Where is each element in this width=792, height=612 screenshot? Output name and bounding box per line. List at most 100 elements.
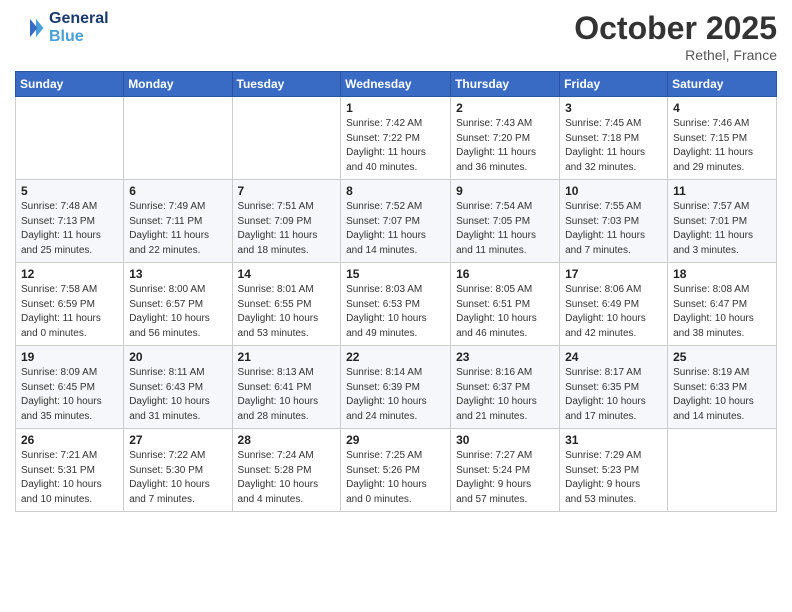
day-number: 19	[21, 350, 118, 364]
table-cell: 25 Sunrise: 8:19 AM Sunset: 6:33 PM Dayli…	[668, 346, 777, 429]
table-cell: 24Sunrise: 8:17 AM Sunset: 6:35 PM Dayli…	[560, 346, 668, 429]
day-info: Sunrise: 8:01 AM Sunset: 6:55 PM Dayligh…	[238, 283, 336, 341]
day-info: Sunrise: 7:46 AM Sunset: 7:15 PM Dayligh…	[673, 117, 771, 175]
day-info: Sunrise: 7:43 AM Sunset: 7:20 PM Dayligh…	[456, 117, 554, 175]
day-info: Sunrise: 7:22 AM Sunset: 5:30 PM Dayligh…	[129, 449, 226, 507]
table-cell: 31Sunrise: 7:29 AM Sunset: 5:23 PM Dayli…	[560, 429, 668, 512]
day-number: 11	[673, 184, 771, 198]
day-number: 27	[129, 433, 226, 447]
day-number: 31	[565, 433, 662, 447]
day-number: 14	[238, 267, 336, 281]
table-cell: 22 Sunrise: 8:14 AM Sunset: 6:39 PM Dayli…	[341, 346, 451, 429]
table-cell: 6 Sunrise: 7:49 AM Sunset: 7:11 PM Daylig…	[124, 180, 232, 263]
day-info: Sunrise: 7:55 AM Sunset: 7:03 PM Dayligh…	[565, 200, 662, 258]
day-number: 25	[673, 350, 771, 364]
day-info: Sunrise: 7:21 AM Sunset: 5:31 PM Dayligh…	[21, 449, 118, 507]
table-cell: 1 Sunrise: 7:42 AM Sunset: 7:22 PM Daylig…	[341, 97, 451, 180]
day-number: 15	[346, 267, 445, 281]
table-cell: 10 Sunrise: 7:55 AM Sunset: 7:03 PM Dayli…	[560, 180, 668, 263]
table-cell: 16Sunrise: 8:05 AM Sunset: 6:51 PM Dayli…	[451, 263, 560, 346]
table-cell: 23Sunrise: 8:16 AM Sunset: 6:37 PM Dayli…	[451, 346, 560, 429]
day-number: 5	[21, 184, 118, 198]
day-info: Sunrise: 7:51 AM Sunset: 7:09 PM Dayligh…	[238, 200, 336, 258]
logo-icon	[15, 13, 45, 43]
header-tuesday: Tuesday	[232, 72, 341, 97]
day-info: Sunrise: 7:52 AM Sunset: 7:07 PM Dayligh…	[346, 200, 445, 258]
day-info: Sunrise: 7:27 AM Sunset: 5:24 PM Dayligh…	[456, 449, 554, 507]
header-sunday: Sunday	[16, 72, 124, 97]
day-info: Sunrise: 7:42 AM Sunset: 7:22 PM Dayligh…	[346, 117, 445, 175]
day-number: 13	[129, 267, 226, 281]
table-cell: 12 Sunrise: 7:58 AM Sunset: 6:59 PM Dayli…	[16, 263, 124, 346]
day-info: Sunrise: 7:49 AM Sunset: 7:11 PM Dayligh…	[129, 200, 226, 258]
day-number: 12	[21, 267, 118, 281]
day-number: 23	[456, 350, 554, 364]
table-cell: 11 Sunrise: 7:57 AM Sunset: 7:01 PM Dayli…	[668, 180, 777, 263]
day-info: Sunrise: 7:54 AM Sunset: 7:05 PM Dayligh…	[456, 200, 554, 258]
day-info: Sunrise: 8:17 AM Sunset: 6:35 PM Dayligh…	[565, 366, 662, 424]
day-info: Sunrise: 8:09 AM Sunset: 6:45 PM Dayligh…	[21, 366, 118, 424]
day-number: 10	[565, 184, 662, 198]
day-info: Sunrise: 8:14 AM Sunset: 6:39 PM Dayligh…	[346, 366, 445, 424]
day-info: Sunrise: 7:58 AM Sunset: 6:59 PM Dayligh…	[21, 283, 118, 341]
day-number: 7	[238, 184, 336, 198]
logo-text: General Blue	[49, 10, 109, 46]
day-number: 26	[21, 433, 118, 447]
day-info: Sunrise: 8:03 AM Sunset: 6:53 PM Dayligh…	[346, 283, 445, 341]
day-number: 3	[565, 101, 662, 115]
table-cell: 30 Sunrise: 7:27 AM Sunset: 5:24 PM Dayli…	[451, 429, 560, 512]
table-cell	[232, 97, 341, 180]
header-friday: Friday	[560, 72, 668, 97]
day-number: 17	[565, 267, 662, 281]
page-header: General Blue October 2025 Rethel, France	[15, 10, 777, 63]
table-cell: 4Sunrise: 7:46 AM Sunset: 7:15 PM Daylig…	[668, 97, 777, 180]
header-monday: Monday	[124, 72, 232, 97]
table-cell: 2Sunrise: 7:43 AM Sunset: 7:20 PM Daylig…	[451, 97, 560, 180]
day-info: Sunrise: 8:00 AM Sunset: 6:57 PM Dayligh…	[129, 283, 226, 341]
table-cell: 29Sunrise: 7:25 AM Sunset: 5:26 PM Dayli…	[341, 429, 451, 512]
day-info: Sunrise: 7:57 AM Sunset: 7:01 PM Dayligh…	[673, 200, 771, 258]
week-row-5: 26 Sunrise: 7:21 AM Sunset: 5:31 PM Dayli…	[16, 429, 777, 512]
table-cell: 13 Sunrise: 8:00 AM Sunset: 6:57 PM Dayli…	[124, 263, 232, 346]
table-cell: 8 Sunrise: 7:52 AM Sunset: 7:07 PM Daylig…	[341, 180, 451, 263]
day-number: 18	[673, 267, 771, 281]
table-cell: 7 Sunrise: 7:51 AM Sunset: 7:09 PM Daylig…	[232, 180, 341, 263]
header-wednesday: Wednesday	[341, 72, 451, 97]
week-row-2: 5 Sunrise: 7:48 AM Sunset: 7:13 PM Daylig…	[16, 180, 777, 263]
table-cell: 15 Sunrise: 8:03 AM Sunset: 6:53 PM Dayli…	[341, 263, 451, 346]
table-cell: 19 Sunrise: 8:09 AM Sunset: 6:45 PM Dayli…	[16, 346, 124, 429]
day-number: 28	[238, 433, 336, 447]
day-number: 16	[456, 267, 554, 281]
calendar-header-row: Sunday Monday Tuesday Wednesday Thursday…	[16, 72, 777, 97]
day-number: 20	[129, 350, 226, 364]
calendar-table: Sunday Monday Tuesday Wednesday Thursday…	[15, 71, 777, 512]
title-block: October 2025 Rethel, France	[574, 10, 777, 63]
week-row-1: 1 Sunrise: 7:42 AM Sunset: 7:22 PM Daylig…	[16, 97, 777, 180]
day-number: 6	[129, 184, 226, 198]
day-info: Sunrise: 7:25 AM Sunset: 5:26 PM Dayligh…	[346, 449, 445, 507]
day-info: Sunrise: 8:06 AM Sunset: 6:49 PM Dayligh…	[565, 283, 662, 341]
week-row-4: 19 Sunrise: 8:09 AM Sunset: 6:45 PM Dayli…	[16, 346, 777, 429]
table-cell	[124, 97, 232, 180]
table-cell	[668, 429, 777, 512]
day-number: 1	[346, 101, 445, 115]
day-info: Sunrise: 7:48 AM Sunset: 7:13 PM Dayligh…	[21, 200, 118, 258]
table-cell: 5 Sunrise: 7:48 AM Sunset: 7:13 PM Daylig…	[16, 180, 124, 263]
table-cell: 17 Sunrise: 8:06 AM Sunset: 6:49 PM Dayli…	[560, 263, 668, 346]
table-cell: 9Sunrise: 7:54 AM Sunset: 7:05 PM Daylig…	[451, 180, 560, 263]
header-thursday: Thursday	[451, 72, 560, 97]
table-cell: 14 Sunrise: 8:01 AM Sunset: 6:55 PM Dayli…	[232, 263, 341, 346]
day-number: 8	[346, 184, 445, 198]
day-number: 22	[346, 350, 445, 364]
page-container: General Blue October 2025 Rethel, France…	[0, 0, 792, 612]
header-saturday: Saturday	[668, 72, 777, 97]
week-row-3: 12 Sunrise: 7:58 AM Sunset: 6:59 PM Dayli…	[16, 263, 777, 346]
table-cell: 20 Sunrise: 8:11 AM Sunset: 6:43 PM Dayli…	[124, 346, 232, 429]
day-info: Sunrise: 8:11 AM Sunset: 6:43 PM Dayligh…	[129, 366, 226, 424]
logo: General Blue	[15, 10, 109, 46]
day-info: Sunrise: 8:08 AM Sunset: 6:47 PM Dayligh…	[673, 283, 771, 341]
day-number: 21	[238, 350, 336, 364]
table-cell	[16, 97, 124, 180]
day-info: Sunrise: 8:19 AM Sunset: 6:33 PM Dayligh…	[673, 366, 771, 424]
day-number: 30	[456, 433, 554, 447]
